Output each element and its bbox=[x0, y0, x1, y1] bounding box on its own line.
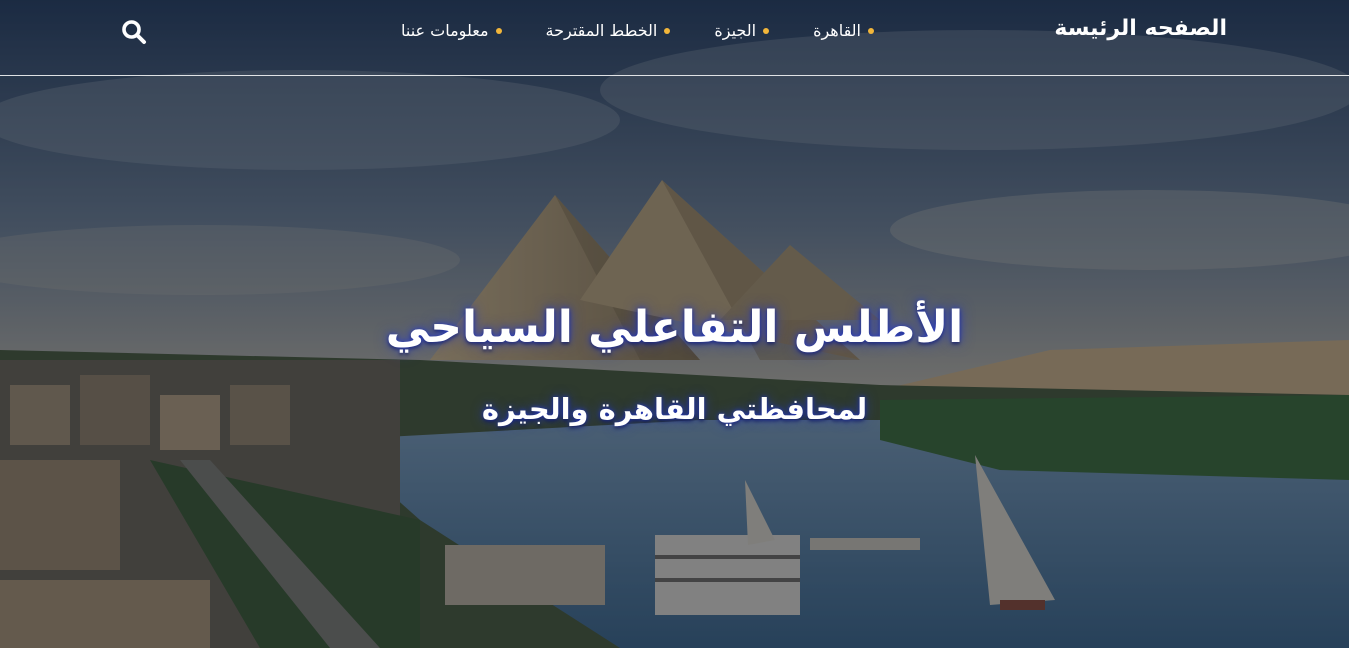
hero-subtitle: لمحافظتي القاهرة والجيزة bbox=[481, 392, 868, 426]
search-icon bbox=[122, 20, 146, 44]
nav-item-label: القاهرة bbox=[813, 21, 861, 40]
bullet-dot-icon bbox=[868, 27, 874, 34]
home-link[interactable]: الصفحه الرئيسة bbox=[1054, 16, 1227, 41]
nav-menu: القاهرة الجيزة الخطط المقترحة معلومات عن… bbox=[401, 21, 874, 40]
nav-item-label: الخطط المقترحة bbox=[545, 21, 658, 40]
nav-item-suggested-plans[interactable]: الخطط المقترحة bbox=[546, 21, 671, 40]
nav-item-cairo[interactable]: القاهرة bbox=[813, 21, 874, 40]
nav-item-label: الجيزة bbox=[714, 21, 757, 40]
nav-item-giza[interactable]: الجيزة bbox=[714, 21, 770, 40]
hero-title: الأطلس التفاعلي السياحي bbox=[385, 302, 964, 353]
bullet-dot-icon bbox=[763, 27, 770, 34]
bullet-dot-icon bbox=[664, 27, 671, 34]
nav-item-label: معلومات عننا bbox=[401, 21, 489, 40]
search-button[interactable] bbox=[119, 17, 149, 47]
bullet-dot-icon bbox=[495, 27, 502, 34]
nav-item-about-us[interactable]: معلومات عننا bbox=[401, 21, 502, 40]
top-navbar: الصفحه الرئيسة القاهرة الجيزة الخطط المق… bbox=[0, 0, 1349, 76]
